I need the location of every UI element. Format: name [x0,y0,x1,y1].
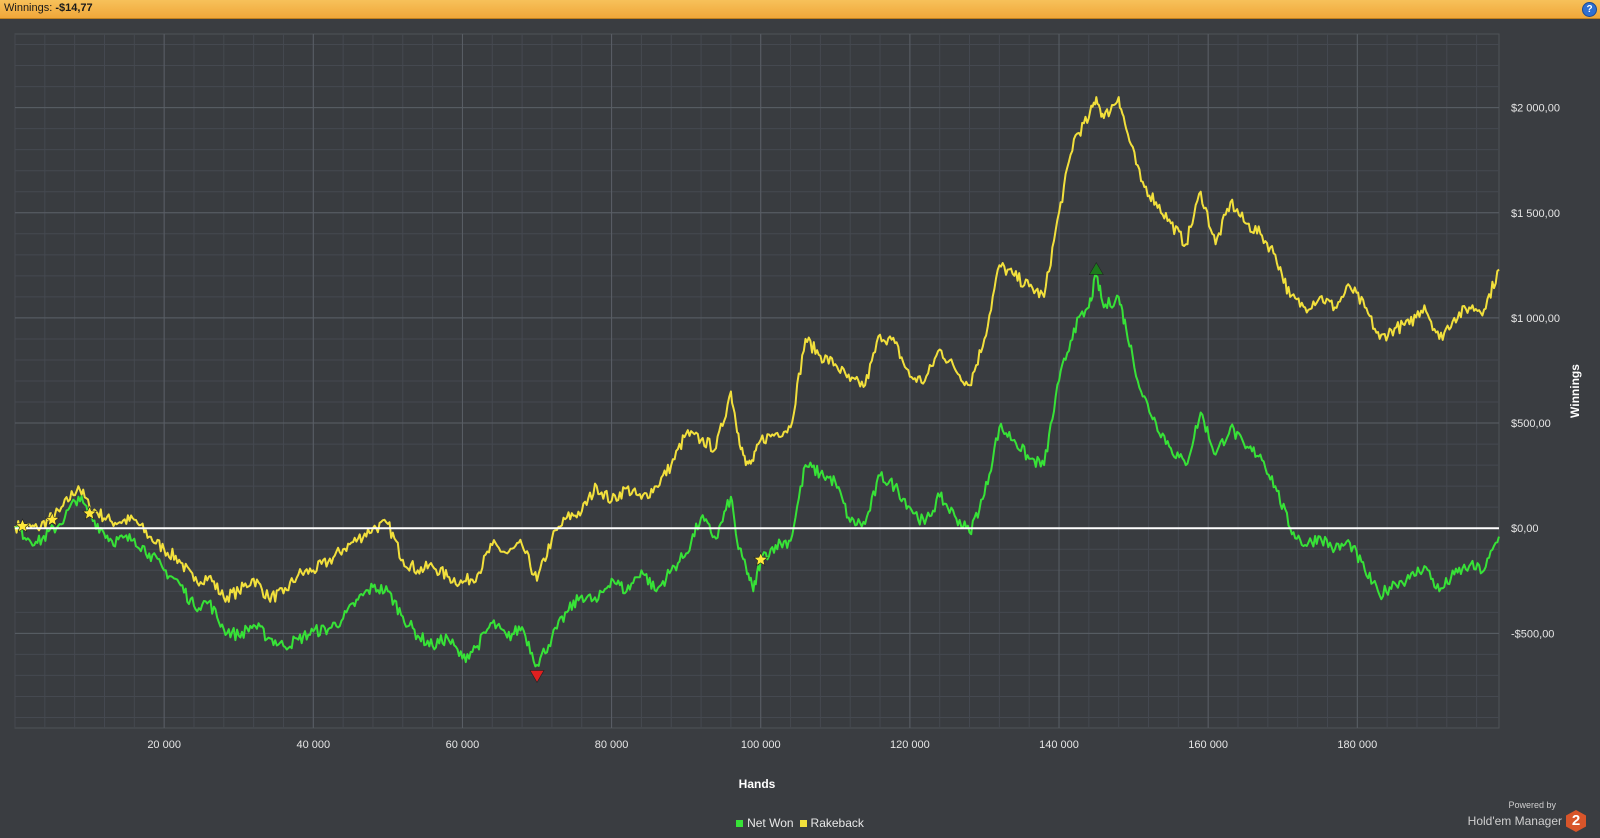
x-tick-label: 120 000 [890,739,930,751]
y-tick-label: $1 000,00 [1511,313,1560,325]
winnings-summary: Winnings: -$14,77 [4,2,93,14]
x-tick-label: 100 000 [741,739,781,751]
y-tick-label: $2 000,00 [1511,103,1560,115]
x-tick-label: 180 000 [1337,739,1377,751]
winnings-label: Winnings: [4,2,53,14]
legend-label: Net Won [747,816,794,830]
title-bar: Winnings: -$14,77 ? [0,0,1600,19]
x-tick-label: 140 000 [1039,739,1079,751]
winnings-chart: 20 000 40 000 60 000 80 000 100 000 120 000 14… [14,33,1582,791]
y-tick-label: -$500,00 [1511,628,1554,640]
y-tick-label: $500,00 [1511,418,1551,430]
chart-legend: Net Won Rakeback [0,816,1600,830]
legend-item-rakeback[interactable]: Rakeback [799,816,864,830]
y-axis-title: Winnings [1568,364,1582,418]
powered-by-text: Powered by [1508,800,1556,810]
y-tick-label: $1 500,00 [1511,208,1560,220]
legend-swatch-icon [736,820,744,828]
legend-label: Rakeback [810,816,864,830]
x-tick-label: 160 000 [1188,739,1228,751]
y-tick-label: $0,00 [1511,523,1539,535]
branding: Powered by Hold'em Manager 2 [1468,800,1586,832]
winnings-value: -$14,77 [55,2,93,14]
x-axis-title: Hands [739,777,776,791]
x-tick-label: 60 000 [446,739,480,751]
x-tick-label: 20 000 [147,739,181,751]
hm2-logo-icon: 2 [1566,810,1586,832]
product-name: Hold'em Manager [1467,814,1562,828]
legend-item-net-won[interactable]: Net Won [736,816,794,830]
legend-swatch-icon [799,820,807,828]
x-tick-label: 40 000 [296,739,330,751]
help-icon[interactable]: ? [1582,2,1597,17]
x-tick-label: 80 000 [595,739,629,751]
